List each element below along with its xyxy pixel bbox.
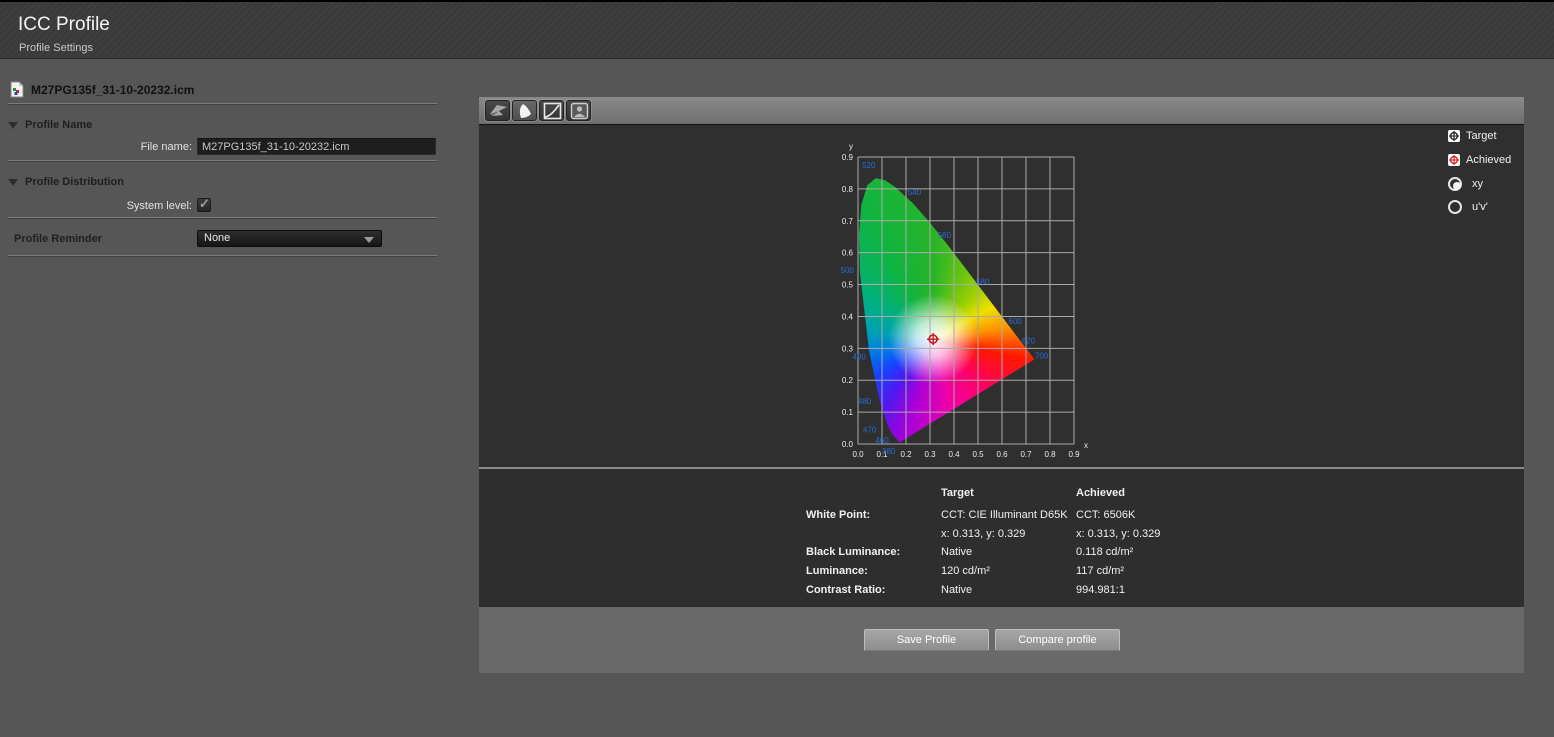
checkmark-icon: ✓ bbox=[199, 196, 210, 212]
y-tick-label: 0.4 bbox=[842, 312, 854, 321]
page-header: ICC Profile Profile Settings bbox=[0, 2, 1554, 59]
radio-dot bbox=[1453, 182, 1461, 190]
table-cell: Luminance: bbox=[806, 565, 868, 577]
x-axis-title: x bbox=[1084, 441, 1088, 450]
wavelength-label-540: 540 bbox=[908, 188, 922, 197]
radio-uv-label: u'v' bbox=[1472, 201, 1488, 213]
table-cell: x: 0.313, y: 0.329 bbox=[941, 528, 1025, 540]
table-cell: Black Luminance: bbox=[806, 546, 900, 558]
image-preview-view-button[interactable] bbox=[566, 100, 591, 121]
file-name-input[interactable] bbox=[197, 138, 436, 155]
dropdown-selected-value: None bbox=[204, 232, 230, 244]
table-cell: 994.981:1 bbox=[1076, 584, 1125, 596]
x-tick-label: 0.4 bbox=[948, 450, 960, 459]
icc-profile-file-icon bbox=[10, 81, 24, 98]
separator bbox=[8, 103, 437, 104]
x-tick-label: 0.3 bbox=[924, 450, 936, 459]
table-cell: CCT: CIE Illuminant D65K bbox=[941, 509, 1068, 521]
system-level-checkbox[interactable]: ✓ bbox=[197, 198, 211, 212]
section-title: Profile Distribution bbox=[25, 176, 124, 188]
profile-file-name-heading: M27PG135f_31-10-20232.icm bbox=[31, 83, 194, 97]
app-window: ICC Profile Profile Settings M27PG135f_3… bbox=[0, 0, 1554, 737]
table-cell: CCT: 6506K bbox=[1076, 509, 1135, 521]
view-toolbar bbox=[479, 97, 1524, 124]
x-tick-label: 0.8 bbox=[1044, 450, 1056, 459]
wavelength-label-460: 460 bbox=[875, 436, 889, 445]
wavelength-label-520: 520 bbox=[862, 161, 876, 170]
table-cell: Contrast Ratio: bbox=[806, 584, 885, 596]
y-tick-label: 0.0 bbox=[842, 440, 854, 449]
collapse-triangle-icon bbox=[8, 122, 18, 129]
gamut-3d-view-button[interactable] bbox=[485, 100, 510, 121]
x-tick-label: 0.7 bbox=[1020, 450, 1032, 459]
wavelength-label-490: 490 bbox=[853, 352, 867, 361]
y-tick-label: 0.6 bbox=[842, 249, 854, 258]
tone-curve-view-button[interactable] bbox=[539, 100, 564, 121]
legend-achieved-label: Achieved bbox=[1466, 154, 1511, 166]
wavelength-label-700: 700 bbox=[1035, 351, 1049, 360]
table-cell: 117 cd/m² bbox=[1076, 565, 1124, 577]
table-cell: 0.118 cd/m² bbox=[1076, 546, 1133, 558]
wavelength-label-600: 600 bbox=[1009, 317, 1023, 326]
x-tick-label: 0.0 bbox=[852, 450, 864, 459]
system-level-label: System level: bbox=[72, 200, 192, 212]
x-tick-label: 0.9 bbox=[1068, 450, 1080, 459]
table-header-cell: Achieved bbox=[1076, 487, 1125, 499]
y-tick-label: 0.5 bbox=[842, 281, 854, 290]
compare-profile-button[interactable]: Compare profile bbox=[995, 629, 1120, 651]
achieved-marker-icon bbox=[1448, 154, 1460, 166]
table-cell: x: 0.313, y: 0.329 bbox=[1076, 528, 1160, 540]
wavelength-label-480: 480 bbox=[858, 397, 872, 406]
table-header-cell: Target bbox=[941, 487, 974, 499]
x-tick-label: 0.5 bbox=[972, 450, 984, 459]
profile-reminder-label: Profile Reminder bbox=[14, 233, 102, 245]
wavelength-label-620: 620 bbox=[1022, 336, 1036, 345]
x-tick-label: 0.6 bbox=[996, 450, 1008, 459]
section-header-profile-name[interactable]: Profile Name bbox=[8, 119, 92, 131]
calibration-results-table: Target Achieved White Point: CCT: CIE Illum… bbox=[479, 469, 1524, 607]
table-cell: Native bbox=[941, 546, 972, 558]
y-tick-label: 0.1 bbox=[842, 408, 854, 417]
y-tick-label: 0.8 bbox=[842, 185, 854, 194]
table-cell: 120 cd/m² bbox=[941, 565, 990, 577]
wavelength-label-380: 380 bbox=[882, 447, 896, 456]
chart-axes-layer: 0.0 0.1 0.2 0.3 0.4 0.5 0.6 0.7 0.8 0.9 0.0 0.1 0.2 0… bbox=[479, 125, 1524, 468]
legend-target-label: Target bbox=[1466, 130, 1497, 142]
y-axis-title: y bbox=[849, 142, 853, 151]
table-cell: White Point: bbox=[806, 509, 870, 521]
separator bbox=[8, 217, 437, 218]
save-profile-button[interactable]: Save Profile bbox=[864, 629, 989, 651]
page-subtitle: Profile Settings bbox=[19, 42, 93, 54]
y-tick-label: 0.2 bbox=[842, 376, 854, 385]
collapse-triangle-icon bbox=[8, 179, 18, 186]
separator bbox=[8, 255, 437, 256]
target-marker-icon bbox=[1448, 130, 1460, 142]
separator bbox=[8, 160, 437, 161]
x-tick-label: 0.2 bbox=[900, 450, 912, 459]
x-tick-label: 0.1 bbox=[876, 450, 888, 459]
section-header-profile-distribution[interactable]: Profile Distribution bbox=[8, 176, 124, 188]
chevron-down-icon bbox=[364, 237, 374, 243]
chromaticity-chart: 0.0 0.1 0.2 0.3 0.4 0.5 0.6 0.7 0.8 0.9 0.0 0.1 0.2 0… bbox=[479, 124, 1524, 467]
wavelength-label-470: 470 bbox=[863, 426, 877, 435]
table-cell: Native bbox=[941, 584, 972, 596]
y-tick-label: 0.3 bbox=[842, 344, 854, 353]
cie-horseshoe-gamut bbox=[858, 157, 1074, 444]
radio-ring bbox=[1448, 200, 1462, 214]
wavelength-label-580: 580 bbox=[976, 277, 990, 286]
profile-reminder-dropdown[interactable]: None bbox=[197, 230, 382, 247]
wavelength-label-500: 500 bbox=[841, 266, 855, 275]
y-tick-label: 0.7 bbox=[842, 217, 854, 226]
action-button-bar: Save Profile Compare profile bbox=[479, 607, 1524, 673]
chromaticity-view-button[interactable] bbox=[512, 100, 537, 121]
radio-xy-label: xy bbox=[1472, 178, 1483, 190]
y-tick-label: 0.9 bbox=[842, 153, 854, 162]
file-name-label: File name: bbox=[72, 141, 192, 153]
page-title: ICC Profile bbox=[18, 14, 110, 36]
section-title: Profile Name bbox=[25, 119, 92, 131]
